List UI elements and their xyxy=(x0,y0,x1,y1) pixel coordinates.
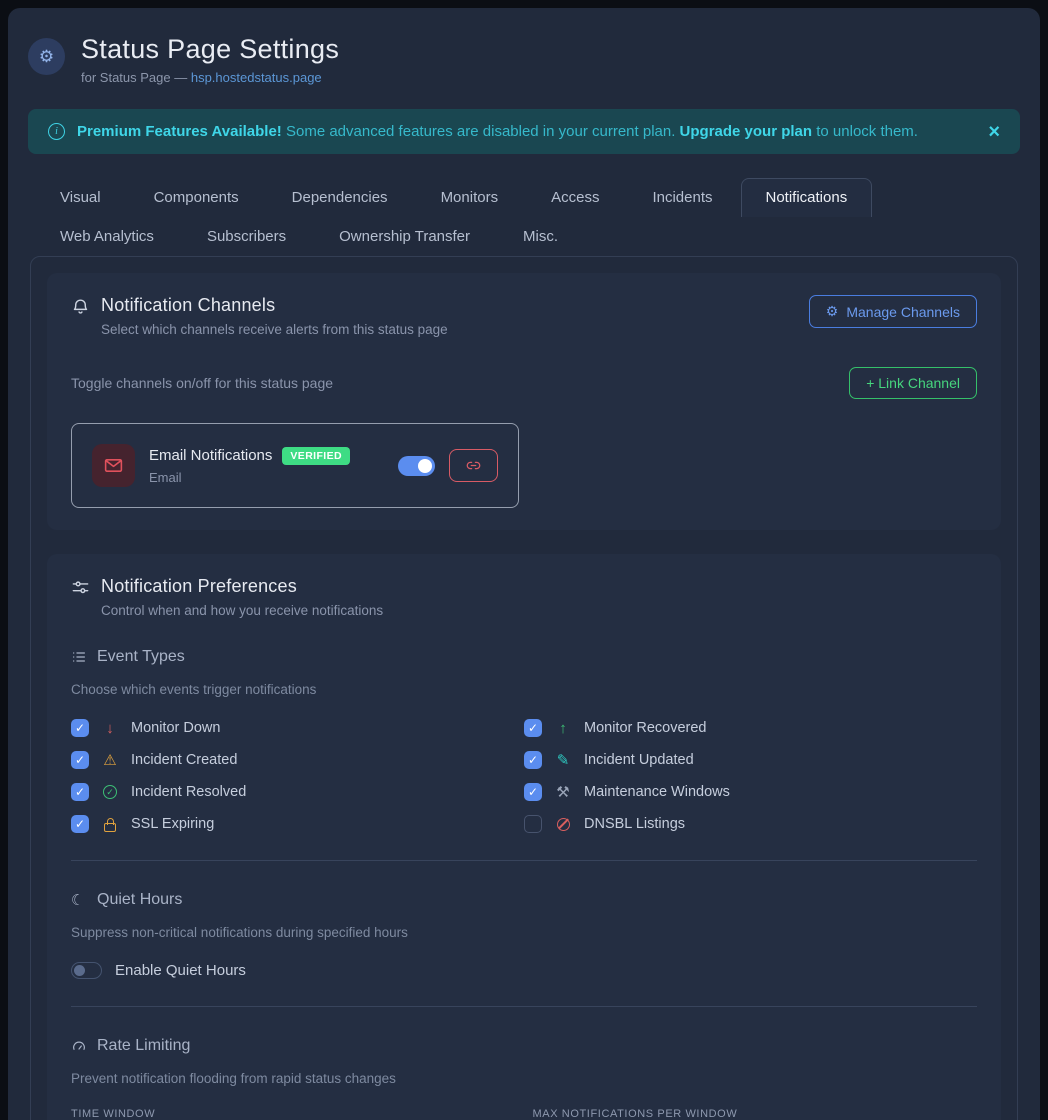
event-label: Incident Created xyxy=(131,752,237,768)
upgrade-plan-link[interactable]: Upgrade your plan xyxy=(680,123,813,140)
event-checkbox[interactable]: ✓ xyxy=(71,815,89,833)
unlink-channel-button[interactable] xyxy=(449,449,498,482)
tab-incidents[interactable]: Incidents xyxy=(627,178,737,217)
event-type-row: DNSBL Listings xyxy=(524,815,977,833)
divider xyxy=(71,860,977,861)
email-channel-card: Email Notifications VERIFIED Email xyxy=(71,423,519,508)
page-header: ⚙ Status Page Settings for Status Page —… xyxy=(8,8,1040,101)
tab-monitors[interactable]: Monitors xyxy=(416,178,524,217)
email-channel-toggle[interactable] xyxy=(398,456,435,476)
event-label: Incident Updated xyxy=(584,752,694,768)
tab-components[interactable]: Components xyxy=(129,178,264,217)
settings-window: ⚙ Status Page Settings for Status Page —… xyxy=(8,8,1040,1120)
settings-gear-icon: ⚙ xyxy=(28,38,65,75)
bell-icon xyxy=(71,297,91,337)
page-header-text: Status Page Settings for Status Page — h… xyxy=(81,34,339,85)
divider xyxy=(71,1006,977,1007)
event-checkbox[interactable] xyxy=(524,815,542,833)
event-type-row: ✓ ✎ Incident Updated xyxy=(524,751,977,769)
channels-subtitle: Select which channels receive alerts fro… xyxy=(101,322,448,337)
gauge-icon xyxy=(71,1038,88,1054)
event-label: DNSBL Listings xyxy=(584,816,685,832)
check-circle-icon: ✓ xyxy=(101,785,119,799)
gear-icon: ⚙ xyxy=(826,303,839,320)
event-types-heading: Event Types xyxy=(71,648,977,666)
tab-dependencies[interactable]: Dependencies xyxy=(267,178,413,217)
arrow-down-icon: ↓ xyxy=(101,721,119,736)
quiet-hours-hint: Suppress non-critical notifications duri… xyxy=(71,925,977,940)
rate-limiting-heading: Rate Limiting xyxy=(71,1037,977,1055)
warning-icon: ⚠ xyxy=(101,753,119,768)
event-types-grid: ✓ ↓ Monitor Down ✓ ↑ Monitor Recovered ✓ ⚠ Incid… xyxy=(71,719,977,833)
list-icon xyxy=(71,649,88,665)
tab-ownership-transfer[interactable]: Ownership Transfer xyxy=(314,217,495,256)
quiet-hours-toggle[interactable] xyxy=(71,962,102,979)
event-type-row: ✓ ⚒ Maintenance Windows xyxy=(524,783,977,801)
settings-tabs: VisualComponentsDependenciesMonitorsAcce… xyxy=(35,178,1013,256)
moon-icon: ☾ xyxy=(71,891,88,909)
event-label: SSL Expiring xyxy=(131,816,214,832)
event-checkbox[interactable]: ✓ xyxy=(71,719,89,737)
quiet-hours-heading: ☾ Quiet Hours xyxy=(71,891,977,909)
page-title: Status Page Settings xyxy=(81,34,339,65)
verified-badge: VERIFIED xyxy=(282,447,350,465)
event-types-hint: Choose which events trigger notification… xyxy=(71,682,977,697)
event-checkbox[interactable]: ✓ xyxy=(71,783,89,801)
event-checkbox[interactable]: ✓ xyxy=(524,783,542,801)
tools-icon: ⚒ xyxy=(554,785,572,800)
channel-type: Email xyxy=(149,470,372,485)
manage-channels-button[interactable]: ⚙ Manage Channels xyxy=(809,295,977,328)
page-subtitle: for Status Page — hsp.hostedstatus.page xyxy=(81,70,339,85)
event-label: Monitor Down xyxy=(131,720,220,736)
notification-preferences-card: Notification Preferences Control when an… xyxy=(47,554,1001,1120)
event-checkbox[interactable]: ✓ xyxy=(71,751,89,769)
preferences-title: Notification Preferences xyxy=(101,576,383,597)
channel-name: Email Notifications xyxy=(149,447,272,464)
preferences-subtitle: Control when and how you receive notific… xyxy=(101,603,383,618)
max-notifications-label: MAX NOTIFICATIONS PER WINDOW xyxy=(533,1108,978,1120)
event-type-row: ✓ ↑ Monitor Recovered xyxy=(524,719,977,737)
status-page-link[interactable]: hsp.hostedstatus.page xyxy=(191,70,322,85)
event-label: Monitor Recovered xyxy=(584,720,707,736)
channels-title: Notification Channels xyxy=(101,295,448,316)
premium-banner-text: Premium Features Available! Some advance… xyxy=(77,123,918,140)
event-type-row: ✓ ↓ Monitor Down xyxy=(71,719,524,737)
email-icon xyxy=(92,444,135,487)
prohibited-icon xyxy=(554,818,572,831)
rate-limiting-hint: Prevent notification flooding from rapid… xyxy=(71,1071,977,1086)
quiet-hours-toggle-label: Enable Quiet Hours xyxy=(115,962,246,979)
toggle-channels-hint: Toggle channels on/off for this status p… xyxy=(71,375,333,391)
sliders-icon xyxy=(71,578,91,618)
notification-channels-card: Notification Channels Select which chann… xyxy=(47,273,1001,530)
arrow-up-icon: ↑ xyxy=(554,721,572,736)
info-icon: i xyxy=(48,123,65,140)
max-notifications-field: MAX NOTIFICATIONS PER WINDOW 10 xyxy=(533,1108,978,1120)
event-label: Maintenance Windows xyxy=(584,784,730,800)
link-channel-button[interactable]: + Link Channel xyxy=(849,367,977,399)
event-type-row: ✓ ✓ Incident Resolved xyxy=(71,783,524,801)
tab-content: Notification Channels Select which chann… xyxy=(30,256,1018,1120)
premium-banner: i Premium Features Available! Some advan… xyxy=(28,109,1020,154)
tab-visual[interactable]: Visual xyxy=(35,178,126,217)
tab-access[interactable]: Access xyxy=(526,178,624,217)
time-window-field: TIME WINDOW 15 minutes xyxy=(71,1108,516,1120)
tab-web-analytics[interactable]: Web Analytics xyxy=(35,217,179,256)
time-window-label: TIME WINDOW xyxy=(71,1108,516,1120)
banner-close-icon[interactable]: × xyxy=(988,122,1000,142)
tab-misc[interactable]: Misc. xyxy=(498,217,583,256)
event-type-row: ✓ ⚠ Incident Created xyxy=(71,751,524,769)
lock-icon xyxy=(101,817,119,832)
chain-link-icon xyxy=(466,458,481,473)
event-label: Incident Resolved xyxy=(131,784,246,800)
event-checkbox[interactable]: ✓ xyxy=(524,719,542,737)
pencil-icon: ✎ xyxy=(554,753,572,768)
event-type-row: ✓ SSL Expiring xyxy=(71,815,524,833)
tab-subscribers[interactable]: Subscribers xyxy=(182,217,311,256)
tab-notifications[interactable]: Notifications xyxy=(741,178,873,217)
event-checkbox[interactable]: ✓ xyxy=(524,751,542,769)
